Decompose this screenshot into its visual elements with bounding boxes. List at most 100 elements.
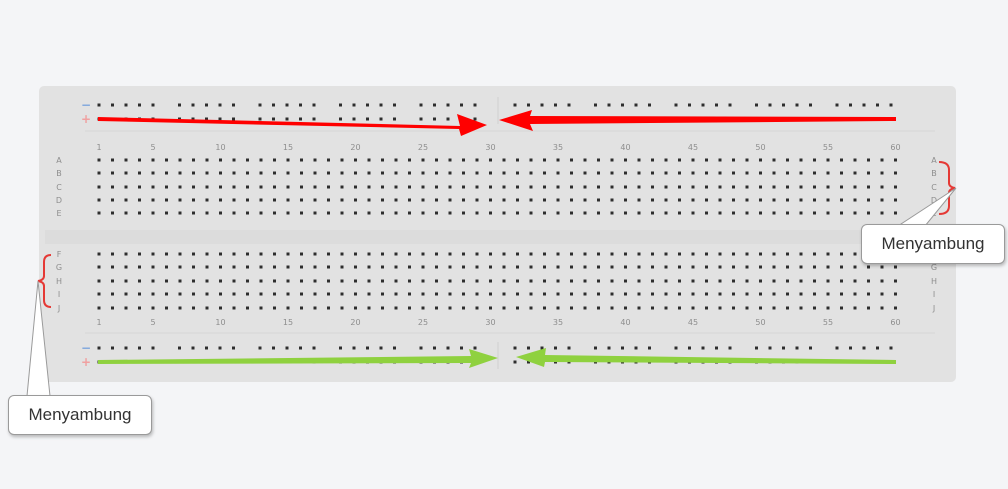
terminal-hole [799, 198, 803, 202]
terminal-hole [502, 252, 506, 256]
terminal-hole [232, 306, 236, 310]
terminal-hole [300, 185, 303, 189]
terminal-hole [232, 265, 236, 269]
terminal-hole [462, 292, 465, 296]
terminal-hole [97, 252, 101, 256]
terminal-hole [543, 279, 546, 283]
terminal-hole [718, 279, 722, 283]
terminal-hole [894, 306, 897, 310]
column-label: 20 [350, 318, 360, 327]
row-label: A [56, 156, 62, 165]
terminal-hole [286, 306, 290, 310]
terminal-hole [610, 158, 614, 162]
terminal-hole [394, 306, 398, 310]
terminal-hole [327, 158, 330, 162]
terminal-hole [867, 198, 870, 202]
terminal-hole [583, 306, 587, 310]
terminal-hole [786, 171, 789, 175]
terminal-hole [489, 171, 492, 175]
terminal-hole [205, 252, 209, 256]
column-label: 5 [150, 143, 155, 152]
rail-hole [352, 346, 356, 350]
terminal-hole [246, 306, 249, 310]
column-label: 35 [553, 143, 563, 152]
terminal-hole [840, 292, 843, 296]
terminal-hole [367, 292, 371, 296]
terminal-hole [475, 198, 479, 202]
terminal-hole [178, 292, 182, 296]
terminal-hole [273, 185, 276, 189]
row-label: I [58, 290, 60, 299]
rail-hole [701, 103, 705, 107]
terminal-hole [691, 171, 695, 175]
rail-hole [433, 117, 436, 121]
rail-hole [621, 346, 624, 350]
terminal-hole [732, 265, 735, 269]
terminal-hole [408, 158, 411, 162]
arrow-red-left [499, 110, 896, 131]
terminal-hole [867, 211, 870, 215]
column-label: 55 [823, 318, 833, 327]
row-label: G [931, 263, 937, 272]
terminal-hole [138, 171, 141, 175]
terminal-hole [435, 211, 438, 215]
terminal-hole [394, 158, 398, 162]
terminal-hole [421, 265, 425, 269]
terminal-hole [853, 158, 857, 162]
terminal-hole [313, 185, 317, 189]
terminal-hole [705, 265, 708, 269]
terminal-hole [583, 292, 587, 296]
terminal-hole [745, 211, 749, 215]
terminal-hole [435, 198, 438, 202]
terminal-hole [165, 211, 168, 215]
terminal-hole [300, 265, 303, 269]
terminal-hole [327, 252, 330, 256]
terminal-hole [381, 252, 384, 256]
terminal-hole [826, 171, 830, 175]
rail-hole [728, 103, 732, 107]
terminal-hole [381, 185, 384, 189]
terminal-hole [840, 306, 843, 310]
terminal-hole [745, 158, 749, 162]
terminal-hole [502, 158, 506, 162]
rail-hole [460, 103, 463, 107]
terminal-hole [867, 158, 870, 162]
terminal-hole [718, 292, 722, 296]
terminal-hole [651, 185, 654, 189]
terminal-hole [232, 171, 236, 175]
terminal-hole [111, 265, 114, 269]
callout-connected-right: Menyambung [861, 224, 1005, 264]
rail-hole [138, 346, 141, 350]
terminal-hole [421, 171, 425, 175]
terminal-hole [462, 198, 465, 202]
terminal-hole [597, 292, 600, 296]
terminal-hole [637, 265, 641, 269]
terminal-hole [259, 198, 263, 202]
terminal-hole [502, 211, 506, 215]
terminal-hole [327, 171, 330, 175]
rail-hole [513, 360, 517, 364]
terminal-hole [178, 306, 182, 310]
terminal-hole [651, 158, 654, 162]
terminal-hole [165, 265, 168, 269]
terminal-hole [826, 279, 830, 283]
terminal-hole [502, 265, 506, 269]
row-label: H [931, 277, 937, 286]
rail-hole [594, 103, 597, 107]
terminal-hole [138, 292, 141, 296]
terminal-hole [786, 306, 789, 310]
terminal-hole [678, 185, 681, 189]
terminal-hole [651, 279, 654, 283]
terminal-hole [259, 292, 263, 296]
terminal-hole [340, 265, 344, 269]
terminal-hole [651, 211, 654, 215]
terminal-hole [178, 265, 182, 269]
terminal-hole [165, 198, 168, 202]
terminal-hole [880, 279, 884, 283]
terminal-hole [772, 185, 776, 189]
terminal-hole [448, 211, 452, 215]
rail-hole [634, 103, 638, 107]
terminal-hole [192, 211, 195, 215]
terminal-hole [300, 211, 303, 215]
terminal-hole [583, 185, 587, 189]
